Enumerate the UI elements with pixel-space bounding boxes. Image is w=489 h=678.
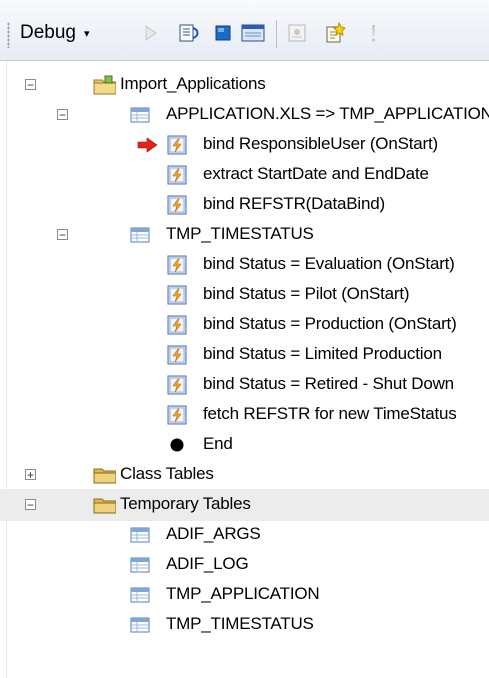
tree-node[interactable]: TMP_APPLICATION	[0, 579, 489, 611]
watch-window-icon[interactable]	[240, 20, 266, 46]
tree-node-label: TMP_TIMESTATUS	[166, 614, 314, 633]
tree-node[interactable]: + Class Tables	[0, 459, 489, 491]
script-icon	[165, 195, 189, 215]
tree-node[interactable]: − TMP_TIMESTATUS	[0, 219, 489, 251]
tree-node[interactable]: bind REFSTR(DataBind)	[0, 189, 489, 221]
dropdown-arrow-icon: ▾	[84, 27, 90, 40]
collapse-icon[interactable]: −	[57, 229, 68, 241]
debug-toolbar: Debug ▾	[0, 0, 489, 61]
tree-node-label: Temporary Tables	[120, 494, 251, 513]
tree-node-label: TMP_APPLICATION	[166, 584, 320, 603]
table-icon	[128, 555, 152, 575]
script-icon	[165, 345, 189, 365]
tree-node-label: bind ResponsibleUser (OnStart)	[203, 134, 438, 153]
tree-node[interactable]: bind Status = Retired - Shut Down	[0, 369, 489, 401]
expand-icon[interactable]: +	[25, 469, 36, 481]
table-icon	[128, 525, 152, 545]
script-icon	[165, 255, 189, 275]
script-icon	[165, 285, 189, 305]
script-icon	[165, 375, 189, 395]
tree-node[interactable]: TMP_TIMESTATUS	[0, 609, 489, 641]
tree-node[interactable]: fetch REFSTR for new TimeStatus	[0, 399, 489, 431]
table-icon	[128, 615, 152, 635]
tree-node[interactable]: ADIF_LOG	[0, 549, 489, 581]
tree-node[interactable]: bind Status = Production (OnStart)	[0, 309, 489, 341]
tree-node-label: bind Status = Evaluation (OnStart)	[203, 254, 455, 273]
tree-node-label: bind REFSTR(DataBind)	[203, 194, 385, 213]
tree-node[interactable]: extract StartDate and EndDate	[0, 159, 489, 191]
debug-menu-button[interactable]: Debug ▾	[20, 18, 90, 48]
script-icon	[165, 135, 189, 155]
stop-icon[interactable]	[210, 20, 236, 46]
tree-node-label: bind Status = Retired - Shut Down	[203, 374, 454, 393]
new-note-icon[interactable]	[322, 20, 348, 46]
end-dot-icon	[165, 435, 189, 455]
tree-node-label: bind Status = Pilot (OnStart)	[203, 284, 410, 303]
run-icon[interactable]	[138, 20, 164, 46]
tree-node-label: APPLICATION.XLS => TMP_APPLICATION	[166, 104, 489, 123]
tree-node[interactable]: bind Status = Pilot (OnStart)	[0, 279, 489, 311]
package-folder-icon	[92, 75, 116, 95]
tree-node-label: fetch REFSTR for new TimeStatus	[203, 404, 457, 423]
tree-node[interactable]: − APPLICATION.XLS => TMP_APPLICATION	[0, 99, 489, 131]
collapse-icon[interactable]: −	[57, 109, 68, 121]
properties-icon[interactable]	[284, 20, 310, 46]
script-icon	[165, 165, 189, 185]
tree-node[interactable]: bind Status = Limited Production	[0, 339, 489, 371]
tree-node[interactable]: bind ResponsibleUser (OnStart)	[0, 129, 489, 161]
table-icon	[128, 225, 152, 245]
info-icon[interactable]	[360, 20, 386, 46]
tree-node[interactable]: − Temporary Tables	[0, 489, 489, 521]
folder-icon	[92, 465, 116, 485]
table-icon	[128, 105, 152, 125]
tree-node[interactable]: − Import_Applications	[0, 69, 489, 101]
debug-label: Debug	[20, 22, 76, 43]
tree-node-label: TMP_TIMESTATUS	[166, 224, 314, 243]
tree-node[interactable]: End	[0, 429, 489, 461]
script-icon	[165, 405, 189, 425]
tree-node-label: bind Status = Production (OnStart)	[203, 314, 457, 333]
folder-icon	[92, 495, 116, 515]
table-icon	[128, 585, 152, 605]
collapse-icon[interactable]: −	[25, 79, 36, 91]
tree-node-label: extract StartDate and EndDate	[203, 164, 429, 183]
tree-node-label: Import_Applications	[120, 74, 266, 93]
tree-node-label: ADIF_ARGS	[166, 524, 261, 543]
step-into-icon[interactable]	[176, 20, 202, 46]
tree-node-label: bind Status = Limited Production	[203, 344, 442, 363]
tree-node[interactable]: ADIF_ARGS	[0, 519, 489, 551]
toolbar-separator	[276, 20, 277, 48]
tree-node-label: Class Tables	[120, 464, 214, 483]
script-tree: − Import_Applications − APPLICATION.XLS => …	[0, 61, 489, 678]
toolbar-grip[interactable]	[7, 22, 10, 48]
tree-node[interactable]: bind Status = Evaluation (OnStart)	[0, 249, 489, 281]
script-icon	[165, 315, 189, 335]
collapse-icon[interactable]: −	[25, 499, 36, 511]
tree-node-label: End	[203, 434, 233, 453]
current-step-arrow-icon	[137, 137, 159, 153]
tree-node-label: ADIF_LOG	[166, 554, 249, 573]
